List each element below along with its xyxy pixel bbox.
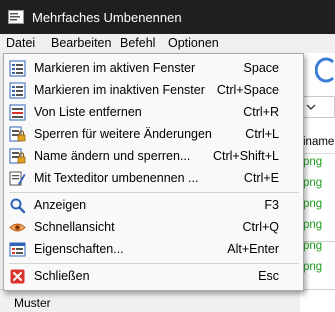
menu-item-close[interactable]: Schließen Esc [4, 265, 303, 287]
app-icon [8, 10, 24, 24]
rename-lock-icon [9, 148, 26, 164]
menu-item-view[interactable]: Anzeigen F3 [4, 194, 303, 216]
menu-item-label: Mit Texteditor umbenennen ... [34, 171, 199, 185]
window-title: Mehrfaches Umbenennen [32, 10, 182, 25]
menu-item-lock[interactable]: Sperren für weitere Änderungen Ctrl+L [4, 123, 303, 145]
menu-item-shortcut: Space [243, 61, 279, 75]
properties-icon [9, 242, 26, 257]
menu-separator [9, 192, 299, 193]
menu-item-label: Markieren im inaktiven Fenster [34, 83, 205, 97]
remove-list-icon [9, 104, 26, 121]
menu-item-label: Name ändern und sperren... [34, 149, 191, 163]
menu-item-select-active[interactable]: Markieren im aktiven Fenster Space [4, 57, 303, 79]
menu-bar: Datei Bearbeiten Befehl Optionen [0, 34, 335, 53]
eye-icon [9, 223, 26, 232]
menu-bearbeiten[interactable]: Bearbeiten [51, 36, 111, 50]
menu-item-shortcut: Ctrl+E [243, 171, 279, 185]
menu-item-shortcut: Ctrl+Q [242, 220, 279, 234]
close-icon [10, 269, 25, 284]
menu-item-select-inactive[interactable]: Markieren im inaktiven Fenster Ctrl+Spac… [4, 79, 303, 101]
search-icon [10, 198, 26, 214]
list-item[interactable]: png [303, 156, 335, 168]
menu-item-shortcut: Ctrl+L [245, 127, 279, 141]
menu-item-label: Von Liste entfernen [34, 105, 142, 119]
menu-item-label: Markieren im aktiven Fenster [34, 61, 196, 75]
menu-item-label: Schnellansicht [34, 220, 115, 234]
c-logo-icon [315, 57, 335, 83]
menu-item-shortcut: Esc [258, 269, 279, 283]
menu-item-properties[interactable]: Eigenschaften... Alt+Enter [4, 238, 303, 260]
chevron-down-icon [306, 104, 316, 110]
muster-label: Muster [14, 296, 51, 310]
select-active-icon [9, 60, 26, 77]
lock-icon [9, 126, 26, 142]
menu-item-shortcut: F3 [264, 198, 279, 212]
menu-item-shortcut: Alt+Enter [227, 242, 279, 256]
menu-separator [9, 263, 299, 264]
datei-menu: Markieren im aktiven Fenster Space Marki… [3, 53, 304, 291]
menu-item-shortcut: Ctrl+Space [216, 83, 279, 97]
menu-item-rename-lock[interactable]: Name ändern und sperren... Ctrl+Shift+L [4, 145, 303, 167]
title-bar: Mehrfaches Umbenennen [0, 0, 335, 34]
select-inactive-icon [9, 82, 26, 99]
menu-item-label: Sperren für weitere Änderungen [34, 127, 212, 141]
menu-befehl[interactable]: Befehl [120, 36, 155, 50]
menu-item-label: Anzeigen [34, 198, 87, 212]
menu-item-shortcut: Ctrl+R [243, 105, 279, 119]
text-editor-icon [9, 171, 26, 186]
list-item[interactable]: png [303, 198, 335, 210]
menu-item-remove-from-list[interactable]: Von Liste entfernen Ctrl+R [4, 101, 303, 123]
list-item[interactable]: png [303, 177, 335, 189]
list-item[interactable]: png [303, 219, 335, 231]
menu-item-rename-text-editor[interactable]: Mit Texteditor umbenennen ... Ctrl+E [4, 167, 303, 189]
menu-optionen[interactable]: Optionen [168, 36, 219, 50]
menu-item-quick-view[interactable]: Schnellansicht Ctrl+Q [4, 216, 303, 238]
column-header-name[interactable]: iname [300, 136, 335, 154]
menu-item-label: Schließen [34, 269, 90, 283]
menu-item-label: Eigenschaften... [34, 242, 124, 256]
menu-datei[interactable]: Datei [6, 36, 35, 50]
menu-item-shortcut: Ctrl+Shift+L [212, 149, 279, 163]
